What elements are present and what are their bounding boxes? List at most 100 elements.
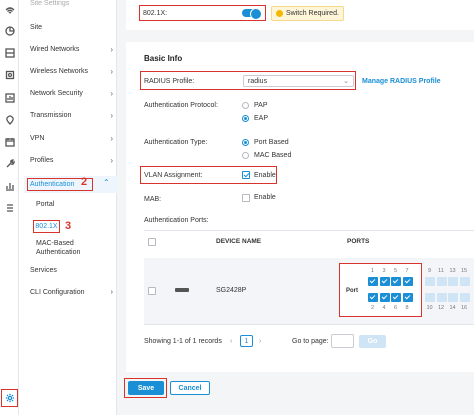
port-checked[interactable]: [402, 293, 413, 302]
go-to-page-label: Go to page:: [292, 338, 329, 345]
port-unchecked[interactable]: [448, 293, 458, 302]
chevron-right-icon: ›: [110, 88, 113, 98]
menu-item-transmission[interactable]: Transmission ›: [30, 108, 113, 122]
wifi-icon[interactable]: [4, 5, 15, 16]
device-name: SG2428P: [216, 287, 247, 294]
records-summary: Showing 1-1 of 1 records: [144, 338, 222, 345]
tool-icon[interactable]: [4, 158, 15, 169]
port-checked[interactable]: [368, 277, 378, 286]
port-unchecked[interactable]: [436, 293, 447, 302]
port-number: 3: [382, 268, 386, 274]
dot1x-label: 802.1X:: [143, 9, 168, 17]
port-number: 13: [449, 268, 456, 274]
port-checked[interactable]: [368, 293, 378, 302]
radio-pap-label: PAP: [254, 102, 268, 109]
list-icon[interactable]: [4, 202, 15, 213]
chevron-right-icon: ›: [110, 133, 113, 143]
next-page-button[interactable]: ›: [259, 338, 261, 345]
menu-item-wireless-networks[interactable]: Wireless Networks ›: [30, 64, 113, 78]
auth-protocol-label: Authentication Protocol:: [144, 102, 218, 109]
settings-gear-icon[interactable]: [1, 389, 18, 407]
chevron-right-icon: ›: [110, 155, 113, 165]
port-checked[interactable]: [402, 277, 413, 286]
mab-enable-checkbox[interactable]: [242, 194, 250, 202]
menu-item-services[interactable]: Services: [30, 267, 57, 274]
row-checkbox[interactable]: [148, 287, 156, 295]
chevron-up-icon[interactable]: ⌃: [103, 178, 110, 187]
switch-device-icon: [175, 288, 189, 292]
port-unchecked[interactable]: [436, 277, 447, 286]
location-icon[interactable]: [4, 114, 15, 125]
chart-icon[interactable]: [4, 25, 15, 36]
radius-profile-label: RADIUS Profile:: [144, 78, 195, 85]
calendar-icon[interactable]: [4, 136, 15, 147]
report-icon[interactable]: [4, 92, 15, 103]
device-icon[interactable]: [4, 69, 15, 80]
radio-mac-based[interactable]: [242, 152, 249, 159]
port-number: 11: [438, 268, 444, 274]
manage-radius-profile-link[interactable]: Manage RADIUS Profile: [362, 78, 441, 85]
submenu-portal[interactable]: Portal: [36, 201, 54, 208]
chevron-right-icon: ›: [110, 289, 113, 296]
menu-item-site[interactable]: Site: [30, 20, 113, 34]
port-number: 6: [393, 305, 398, 311]
vlan-enable-label: Enable: [254, 172, 276, 179]
mab-enable-label: Enable: [254, 194, 276, 201]
port-unchecked[interactable]: [448, 277, 458, 286]
vlan-assignment-label: VLAN Assignment:: [144, 172, 203, 179]
submenu-802-1x[interactable]: 802.1X: [33, 220, 60, 233]
cancel-button[interactable]: Cancel: [170, 381, 210, 395]
table-divider-bottom: [144, 324, 474, 325]
prev-page-button[interactable]: ‹: [230, 338, 232, 345]
chevron-right-icon: ›: [110, 44, 113, 54]
chevron-down-icon: ⌄: [343, 78, 349, 85]
page-number-input[interactable]: [331, 334, 354, 348]
radio-eap[interactable]: [242, 115, 249, 122]
menu-faded-item: Site Settings: [30, 0, 70, 7]
port-unchecked[interactable]: [459, 277, 470, 286]
port-checked[interactable]: [391, 293, 401, 302]
settings-menu: Site Settings: [19, 0, 117, 415]
radius-profile-select[interactable]: radius ⌄: [243, 75, 354, 87]
port-unchecked[interactable]: [459, 293, 470, 302]
save-button[interactable]: Save: [128, 381, 164, 395]
port-number: 14: [449, 305, 456, 311]
port-checked[interactable]: [391, 277, 401, 286]
menu-item-cli-configuration[interactable]: CLI Configuration ›: [30, 289, 113, 296]
auth-ports-label: Authentication Ports:: [144, 217, 209, 224]
port-checked[interactable]: [379, 293, 390, 302]
radio-pap[interactable]: [242, 102, 249, 109]
dot1x-toggle-row: 802.1X:: [139, 5, 266, 21]
menu-item-profiles[interactable]: Profiles ›: [30, 153, 113, 167]
chevron-right-icon: ›: [110, 66, 113, 76]
port-unchecked[interactable]: [425, 277, 435, 286]
port-number: 7: [405, 268, 409, 274]
switch-required-badge: Switch Required.: [271, 6, 344, 21]
port-number: 9: [427, 268, 432, 274]
menu-item-wired-networks[interactable]: Wired Networks ›: [30, 42, 113, 56]
annotation-3: 3: [65, 220, 72, 232]
go-button[interactable]: Go: [359, 335, 386, 348]
dot1x-toggle[interactable]: [242, 8, 262, 20]
radio-port-based-label: Port Based: [254, 139, 289, 146]
port-number: 15: [460, 268, 468, 274]
port-label: Port: [346, 288, 358, 294]
map-icon[interactable]: [4, 47, 15, 58]
port-unchecked[interactable]: [425, 293, 435, 302]
select-all-checkbox[interactable]: [148, 238, 156, 246]
radio-eap-label: EAP: [254, 115, 269, 122]
submenu-mac-based-auth[interactable]: MAC-Based Authentication: [36, 239, 80, 257]
radio-port-based[interactable]: [242, 139, 249, 146]
port-number: 1: [370, 268, 375, 274]
port-number: 12: [437, 305, 445, 311]
radio-mac-based-label: MAC Based: [254, 152, 292, 159]
port-number: 5: [393, 268, 398, 274]
menu-item-network-security[interactable]: Network Security ›: [30, 86, 113, 100]
port-checked[interactable]: [379, 277, 390, 286]
menu-item-vpn[interactable]: VPN ›: [30, 131, 113, 145]
port-number: 8: [405, 305, 409, 311]
table-divider: [144, 230, 474, 231]
page-1-button[interactable]: 1: [240, 335, 253, 347]
vlan-enable-checkbox[interactable]: [242, 171, 250, 179]
stats-icon[interactable]: [4, 180, 15, 191]
